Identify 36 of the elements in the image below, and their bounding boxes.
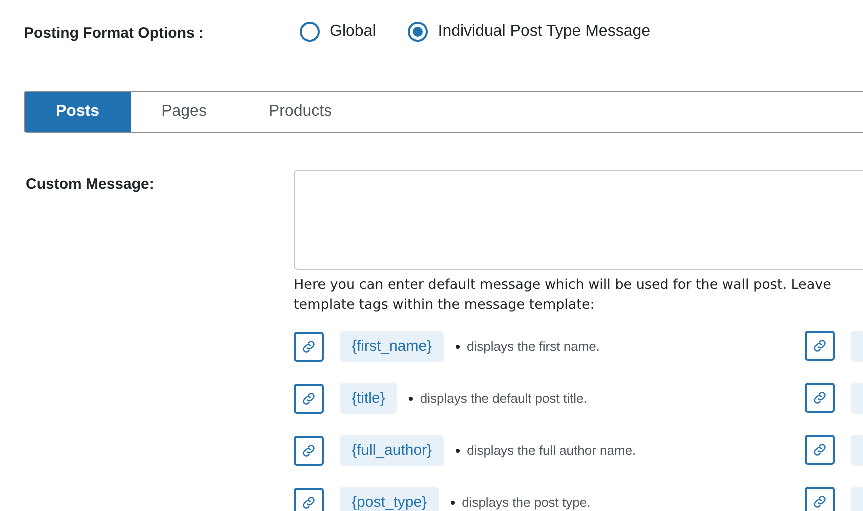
- bullet-icon: [409, 396, 414, 400]
- tag-description: displays the default post title.: [420, 390, 588, 408]
- link-icon: [812, 442, 828, 458]
- link-icon: [812, 494, 828, 510]
- description-text: Here you can enter default message which will be used for the wall post. Leave template tags within the message template:: [294, 276, 832, 315]
- link-button[interactable]: [805, 383, 835, 413]
- field-label: Custom Message:: [26, 175, 156, 195]
- link-icon: [301, 494, 317, 510]
- radio-option[interactable]: Individual Post Type Message: [408, 20, 651, 44]
- link-icon: [812, 390, 828, 406]
- link-icon: [301, 390, 317, 406]
- link-button[interactable]: [805, 435, 835, 465]
- link-icon: [301, 442, 317, 458]
- radio-button[interactable]: [408, 22, 428, 42]
- template-tag[interactable]: {full_author}: [340, 435, 444, 466]
- link-button[interactable]: [805, 487, 835, 511]
- field-label: Posting Format Options :: [24, 24, 205, 44]
- link-button[interactable]: [294, 332, 324, 362]
- link-icon: [301, 338, 317, 354]
- radio-button[interactable]: [300, 22, 320, 42]
- template-tag[interactable]: {first_name}: [340, 331, 444, 362]
- link-button[interactable]: [805, 331, 835, 361]
- tag-description: displays the full author name.: [467, 442, 636, 460]
- tab[interactable]: Posts: [25, 92, 131, 132]
- tag-description: displays the post type.: [462, 494, 591, 511]
- radio-option[interactable]: Global: [300, 20, 376, 44]
- template-tag[interactable]: {title}: [340, 383, 398, 414]
- link-button[interactable]: [294, 488, 324, 511]
- template-tag[interactable]: {post_type}: [340, 487, 440, 511]
- link-icon: [812, 338, 828, 354]
- bullet-icon: [456, 344, 460, 348]
- link-button[interactable]: [294, 384, 324, 414]
- tag-description: displays the first name.: [467, 338, 600, 356]
- link-button[interactable]: [294, 436, 324, 466]
- bullet-icon: [456, 448, 460, 452]
- bullet-icon: [451, 500, 456, 504]
